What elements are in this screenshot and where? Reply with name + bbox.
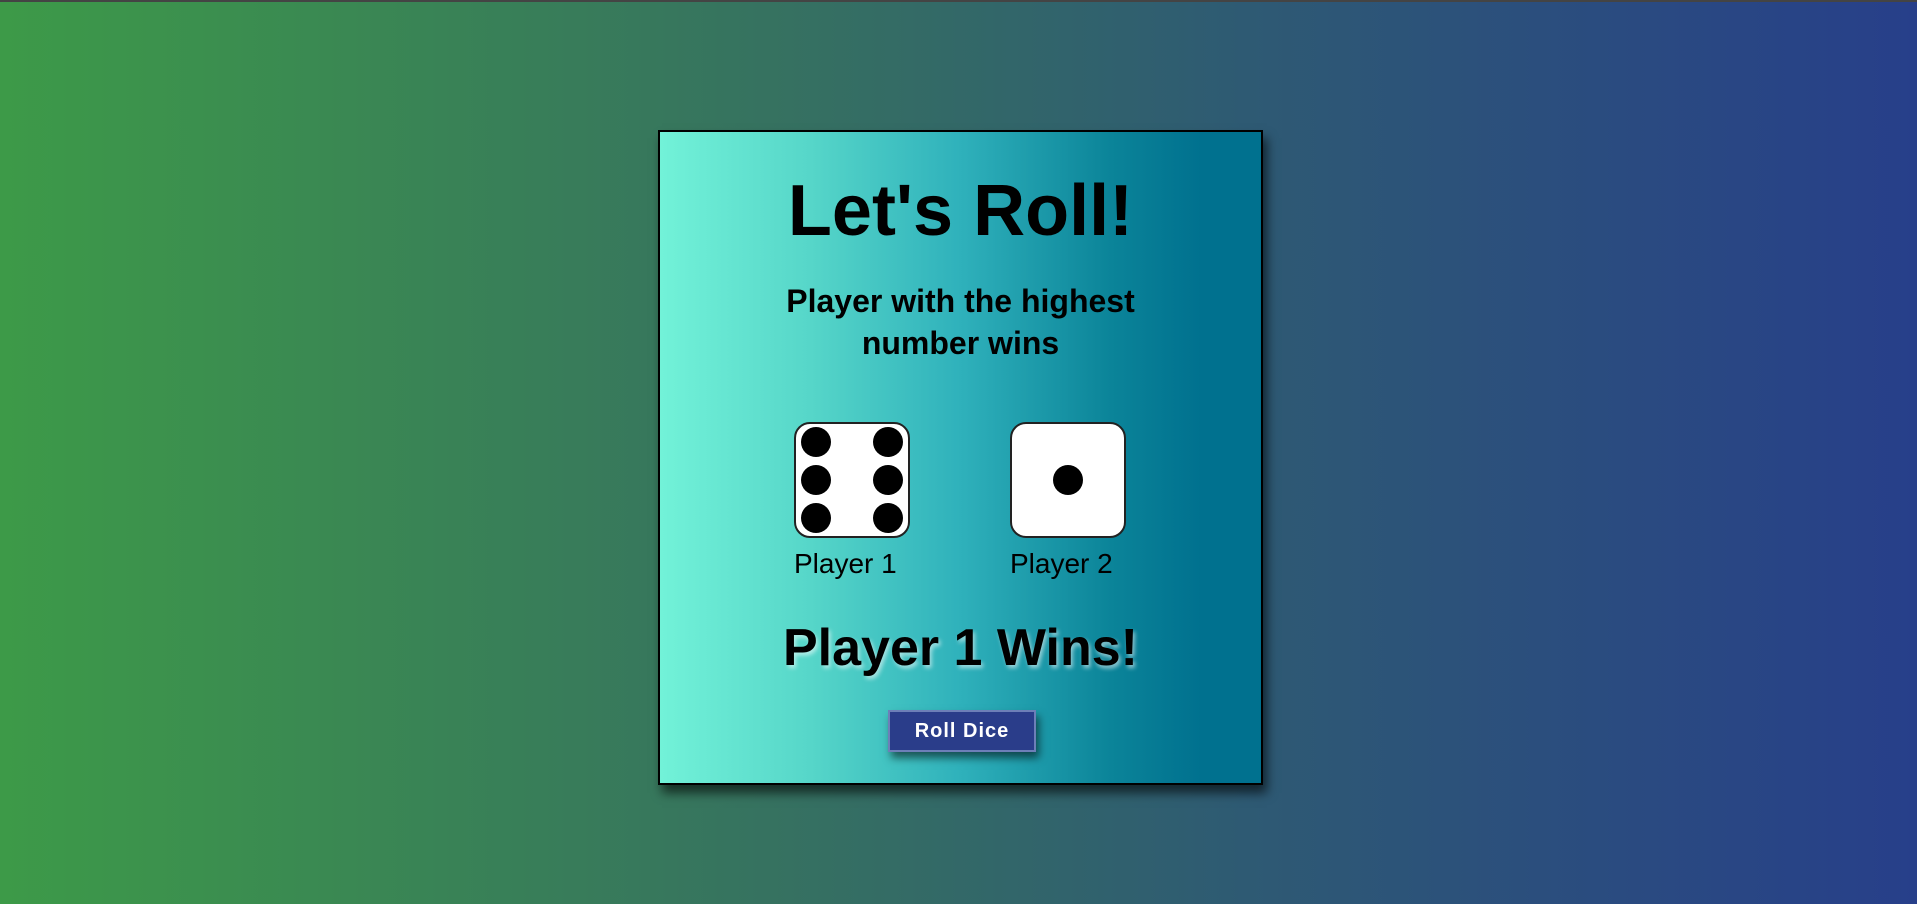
player-2-die-area: Player 2 <box>1010 422 1140 580</box>
game-card: Let's Roll! Player with the highest numb… <box>658 130 1263 785</box>
die-pip <box>801 465 832 495</box>
game-title: Let's Roll! <box>787 171 1134 251</box>
die-pip <box>801 503 832 534</box>
player-2-label: Player 2 <box>1010 548 1113 579</box>
die-pip <box>801 426 832 457</box>
die-pip <box>872 426 903 457</box>
player-1-die-area: Player 1 <box>794 422 924 580</box>
player-1-die <box>794 422 910 538</box>
dice-row: Player 1 Player 2 <box>660 422 1261 579</box>
die-pip <box>872 465 903 495</box>
game-subtitle: Player with the highest number wins <box>786 283 1135 361</box>
die-pip <box>872 503 903 534</box>
result-message: Player 1 Wins! <box>782 619 1138 677</box>
player-2-die <box>1010 422 1126 538</box>
roll-dice-button[interactable]: Roll Dice <box>888 710 1036 752</box>
die-pip <box>1053 465 1083 495</box>
player-1-label: Player 1 <box>794 548 897 579</box>
